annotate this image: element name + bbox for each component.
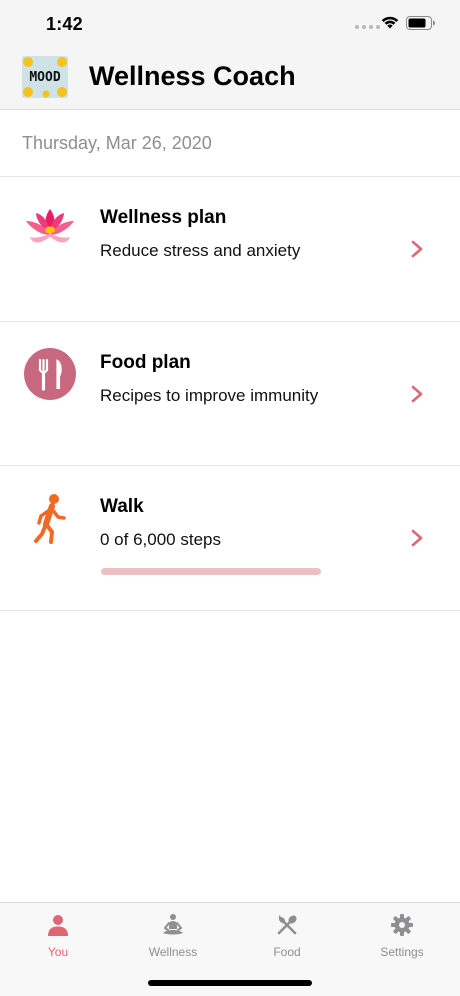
tab-label: Settings [380,945,424,959]
status-time: 1:42 [46,14,83,34]
current-date: Thursday, Mar 26, 2020 [22,133,212,153]
chevron-right-icon [411,385,423,403]
lotus-icon [26,209,74,243]
card-title: Walk [100,496,144,517]
person-icon [48,915,68,936]
tab-food[interactable]: Food [237,913,337,963]
tab-label: Food [273,945,301,959]
cellular-signal-icon [355,25,380,29]
app-title: Wellness Coach [89,61,296,91]
app-header: MOOD Wellness Coach [0,50,460,110]
tab-label: Wellness [148,945,198,959]
tab-label: You [47,945,69,959]
tab-wellness[interactable]: Wellness [123,913,223,963]
meditation-icon [163,914,183,935]
tab-you[interactable]: You [8,913,108,963]
status-bar: 1:42 [0,0,460,50]
card-title: Wellness plan [100,207,227,228]
svg-text:MOOD: MOOD [29,70,60,85]
chevron-right-icon [411,529,423,547]
tab-settings[interactable]: Settings [352,913,452,963]
battery-icon [406,16,435,30]
utensils-icon [277,915,297,935]
home-indicator [148,980,312,986]
card-subtitle: 0 of 6,000 steps [100,530,221,549]
fork-knife-icon [24,348,76,400]
steps-progress-bar [101,568,321,575]
card-subtitle: Recipes to improve immunity [100,386,319,405]
card-title: Food plan [100,352,191,373]
wellness-plan-card[interactable]: Wellness plan Reduce stress and anxiety [0,177,460,321]
wifi-icon [381,16,399,29]
walking-person-icon [34,494,66,544]
walk-card[interactable]: Walk 0 of 6,000 steps [0,466,460,610]
card-subtitle: Reduce stress and anxiety [100,241,301,260]
food-plan-card[interactable]: Food plan Recipes to improve immunity [0,322,460,466]
mood-logo-icon: MOOD [22,56,68,98]
gear-icon [391,914,413,936]
chevron-right-icon [411,240,423,258]
divider [0,610,460,611]
